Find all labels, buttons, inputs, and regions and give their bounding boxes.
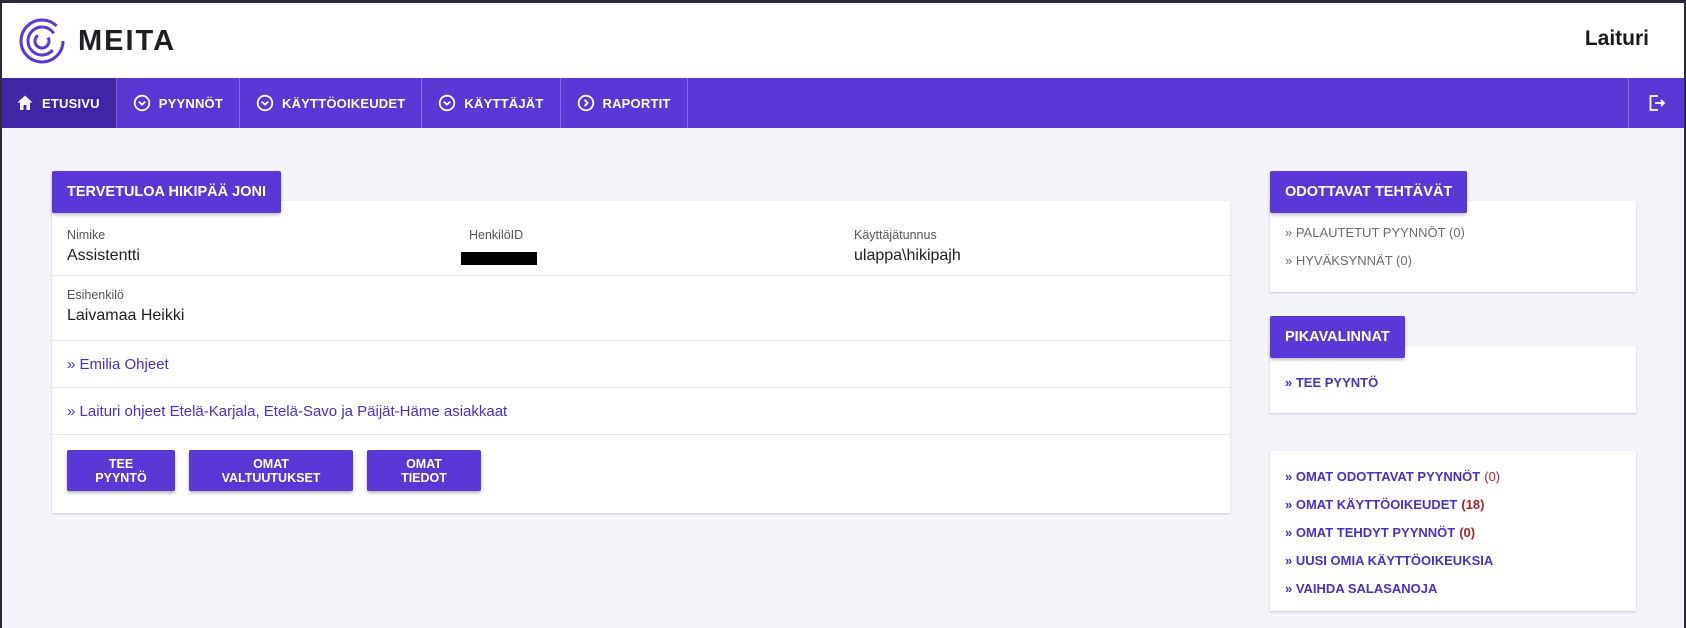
henkiloid-field: HenkilöID <box>461 228 537 270</box>
nav-label: PYYNNÖT <box>158 95 223 111</box>
nimike-field: Nimike Assistentti <box>67 228 140 265</box>
palautetut-pyynnot-item[interactable]: » PALAUTETUT PYYNNÖT (0) <box>1270 218 1636 246</box>
link-row: » Laituri ohjeet Etelä-Karjala, Etelä-Sa… <box>52 388 1230 435</box>
pending-title: ODOTTAVAT TEHTÄVÄT <box>1270 171 1468 213</box>
tee-pyynto-button[interactable]: TEE PYYNTÖ <box>67 450 175 491</box>
count-badge: (18) <box>1461 496 1485 512</box>
home-icon <box>16 94 34 112</box>
logo-text: MEITA <box>78 24 177 57</box>
quick-title: PIKAVALINNAT <box>1270 316 1405 358</box>
emilia-ohjeet-link[interactable]: » Emilia Ohjeet <box>67 356 169 373</box>
nav-item-kayttajat[interactable]: KÄYTTÄJÄT <box>422 78 561 128</box>
pending-card: » PALAUTETUT PYYNNÖT (0) » HYVÄKSYNNÄT (… <box>1270 201 1636 292</box>
logout-button[interactable] <box>1628 78 1684 128</box>
nav-item-etusivu[interactable]: ETUSIVU <box>2 78 117 128</box>
uusi-kayttooikeuksia-link[interactable]: » UUSI OMIA KÄYTTÖOIKEUKSIA <box>1270 546 1636 574</box>
nav-label: KÄYTTÖOIKEUDET <box>282 95 406 111</box>
main-nav: ETUSIVU PYYNNÖT KÄYTTÖOIKEUDET KÄYTTÄJÄT… <box>2 78 1684 128</box>
laituri-ohjeet-link[interactable]: » Laituri ohjeet Etelä-Karjala, Etelä-Sa… <box>67 403 507 420</box>
omat-tehdyt-pyynnot-link[interactable]: » OMAT TEHDYT PYYNNÖT (0) <box>1270 518 1636 546</box>
chevron-down-circle-icon <box>256 94 274 112</box>
meita-logo-icon <box>19 18 65 64</box>
link-label: » OMAT ODOTTAVAT PYYNNÖT <box>1285 468 1481 484</box>
nav-label: RAPORTIT <box>602 95 671 111</box>
kayttajatunnus-field: Käyttäjätunnus ulappa\hikipajh <box>854 228 961 265</box>
nav-label: KÄYTTÄJÄT <box>464 95 544 111</box>
count-badge: (0) <box>1459 524 1476 540</box>
omat-tiedot-button[interactable]: OMAT TIEDOT <box>367 450 481 491</box>
logo[interactable]: MEITA <box>18 17 176 65</box>
nav-item-pyynnot[interactable]: PYYNNÖT <box>117 78 240 128</box>
henkiloid-label: HenkilöID <box>469 228 524 242</box>
quick-tee-pyynto-link[interactable]: » TEE PYYNTÖ <box>1270 368 1636 396</box>
nav-item-raportit[interactable]: RAPORTIT <box>561 78 688 128</box>
kayttajatunnus-label: Käyttäjätunnus <box>854 228 937 242</box>
kayttajatunnus-value: ulappa\hikipajh <box>854 247 961 264</box>
nav-label: ETUSIVU <box>42 95 100 111</box>
link-row: » Emilia Ohjeet <box>52 341 1230 388</box>
esihenkilo-label: Esihenkilö <box>67 288 124 302</box>
redacted-henkiloid <box>461 252 537 265</box>
app-title: Laituri <box>1584 27 1649 50</box>
top-header: MEITA Laituri <box>2 3 1684 78</box>
hyvaksynnat-item[interactable]: » HYVÄKSYNNÄT (0) <box>1270 246 1636 274</box>
nimike-label: Nimike <box>67 228 106 242</box>
omat-valtuutukset-button[interactable]: OMAT VALTUUTUKSET <box>189 450 353 491</box>
app-window: MEITA Laituri ETUSIVU PYYNNÖT KÄYTTÖOIKE… <box>2 3 1684 628</box>
esihenkilo-row: Esihenkilö Laivamaa Heikki <box>52 276 1230 341</box>
nav-item-kayttooikeudet[interactable]: KÄYTTÖOIKEUDET <box>240 78 423 128</box>
link-label: » OMAT TEHDYT PYYNNÖT <box>1285 524 1456 540</box>
chevron-right-circle-icon <box>577 94 595 112</box>
welcome-title: TERVETULOA HIKIPÄÄ JONI <box>52 171 281 213</box>
vaihda-salasanoja-link[interactable]: » VAIHDA SALASANOJA <box>1270 574 1636 602</box>
omat-odottavat-pyynnot-link[interactable]: » OMAT ODOTTAVAT PYYNNÖT (0) <box>1270 462 1636 490</box>
own-links-card: » OMAT ODOTTAVAT PYYNNÖT (0) » OMAT KÄYT… <box>1270 451 1636 611</box>
chevron-down-circle-icon <box>133 94 151 112</box>
logout-icon <box>1649 95 1665 111</box>
nimike-value: Assistentti <box>67 247 140 264</box>
chevron-down-circle-icon <box>438 94 456 112</box>
action-buttons: TEE PYYNTÖ OMAT VALTUUTUKSET OMAT TIEDOT <box>52 435 1230 508</box>
omat-kayttooikeudet-link[interactable]: » OMAT KÄYTTÖOIKEUDET (18) <box>1270 490 1636 518</box>
esihenkilo-value: Laivamaa Heikki <box>67 307 185 324</box>
count-badge: (0) <box>1484 468 1501 484</box>
link-label: » OMAT KÄYTTÖOIKEUDET <box>1285 496 1458 512</box>
esihenkilo-field: Esihenkilö Laivamaa Heikki <box>67 288 184 325</box>
welcome-card: Nimike Assistentti HenkilöID Käyttäjätun… <box>52 201 1230 513</box>
